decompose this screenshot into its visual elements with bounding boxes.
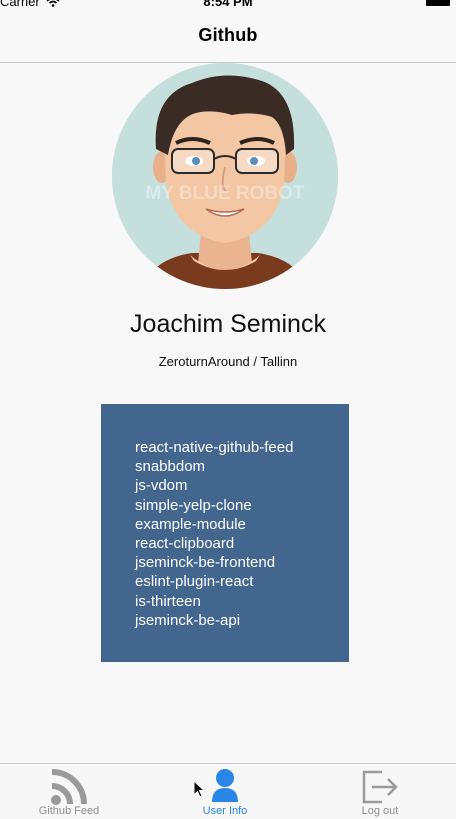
user-location: ZeroturnAround / Tallinn	[158, 354, 298, 369]
tab-bar: Github Feed User Info Log out	[0, 763, 456, 819]
tab-github-feed[interactable]: Github Feed	[0, 764, 138, 819]
logout-icon	[362, 770, 398, 804]
tab-label-github-feed: Github Feed	[38, 805, 100, 817]
navigation-bar: Github	[0, 12, 456, 63]
repository-item[interactable]: jseminck-be-frontend	[135, 553, 293, 572]
repository-item[interactable]: is-thirteen	[135, 592, 293, 611]
repository-item[interactable]: example-module	[135, 515, 293, 534]
status-bar: Carrier 8:54 PM	[0, 0, 456, 12]
repository-item[interactable]: react-native-github-feed	[135, 438, 293, 457]
page-title: Github	[198, 25, 258, 45]
avatar: MY BLUE ROBOT	[112, 63, 338, 289]
repository-item[interactable]: eslint-plugin-react	[135, 572, 293, 591]
battery-icon	[426, 0, 450, 6]
repository-item[interactable]: simple-yelp-clone	[135, 496, 293, 515]
repository-item[interactable]: js-vdom	[135, 476, 293, 495]
tab-label-log-out: Log out	[361, 805, 399, 817]
avatar-watermark: MY BLUE ROBOT	[145, 183, 304, 204]
tab-label-user-info: User Info	[202, 805, 248, 817]
status-time: 8:54 PM	[203, 0, 253, 9]
repository-card: react-native-github-feed snabbdom js-vdo…	[101, 404, 349, 662]
mouse-cursor-icon	[193, 780, 205, 798]
user-name: Joachim Seminck	[130, 310, 326, 338]
tab-user-info[interactable]: User Info	[156, 764, 294, 819]
avatar-illustration: MY BLUE ROBOT	[112, 63, 338, 289]
repository-item[interactable]: snabbdom	[135, 457, 293, 476]
repository-list: react-native-github-feed snabbdom js-vdo…	[135, 438, 293, 630]
rss-feed-icon	[51, 769, 87, 805]
repository-item[interactable]: jseminck-be-api	[135, 611, 293, 630]
repository-item[interactable]: react-clipboard	[135, 534, 293, 553]
tab-log-out[interactable]: Log out	[311, 764, 449, 819]
person-icon	[212, 769, 238, 802]
